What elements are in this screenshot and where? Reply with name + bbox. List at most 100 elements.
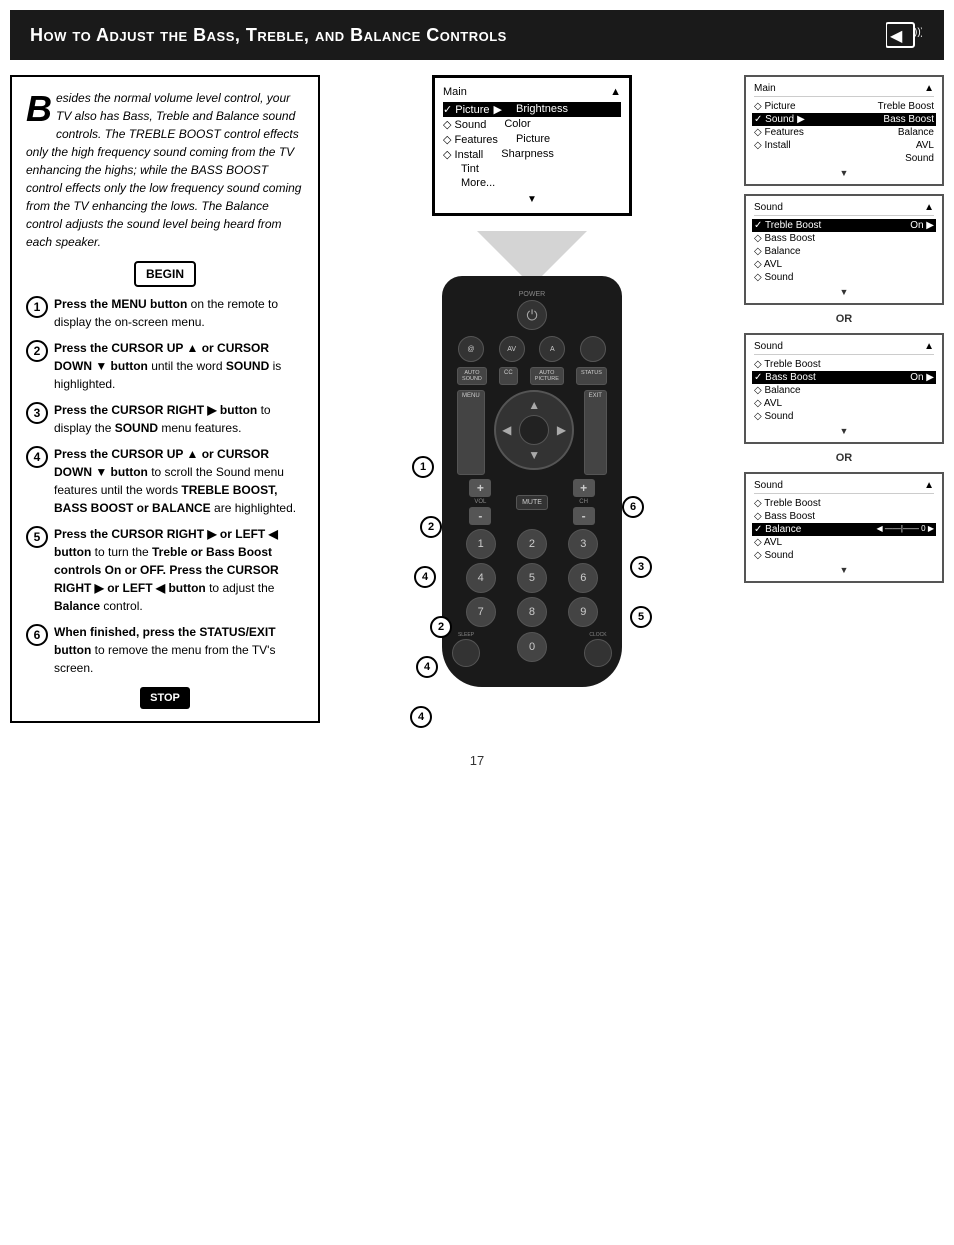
vol-minus-button[interactable]: - bbox=[469, 507, 491, 525]
screen-menu-3: Sound ▲ ◇ Treble Boost ✓ Bass Boost On ▶… bbox=[744, 333, 944, 444]
sm1-sound: ✓ Sound▶ Bass Boost bbox=[752, 113, 936, 126]
num-0-button[interactable]: 0 bbox=[517, 632, 547, 662]
stop-badge: STOP bbox=[140, 687, 190, 709]
auto-picture-button[interactable]: AUTOPICTURE bbox=[530, 367, 564, 385]
sm2-sound: ◇ Sound bbox=[754, 271, 934, 284]
nav-center bbox=[519, 415, 549, 445]
step-2: 2 Press the CURSOR UP ▲ or CURSOR DOWN ▼… bbox=[26, 339, 304, 393]
icon-row: AUTOSOUND CC AUTOPICTURE STATUS bbox=[452, 367, 612, 385]
menu-row-more: More... bbox=[443, 176, 621, 190]
step-label-5: 5 bbox=[630, 606, 652, 628]
page-number: 17 bbox=[0, 738, 954, 778]
step-label-2a: 2 bbox=[420, 516, 442, 538]
step-5: 5 Press the CURSOR RIGHT ▶ or LEFT ◀ but… bbox=[26, 525, 304, 615]
num-4-button[interactable]: 4 bbox=[466, 563, 496, 593]
sm4-bass: ◇ Bass Boost bbox=[754, 510, 934, 523]
step-label-3: 3 bbox=[630, 556, 652, 578]
cc-button[interactable]: CC bbox=[499, 367, 518, 385]
step-3: 3 Press the CURSOR RIGHT ▶ button to dis… bbox=[26, 401, 304, 437]
sm1-down-arrow: ▼ bbox=[754, 168, 934, 178]
sm4-balance: ✓ Balance ◀ ——|—— 0 ▶ bbox=[752, 523, 936, 536]
num-7-button[interactable]: 7 bbox=[466, 597, 496, 627]
step-3-text: Press the CURSOR RIGHT ▶ button to displ… bbox=[54, 401, 304, 437]
num-5-button[interactable]: 5 bbox=[517, 563, 547, 593]
right-column: Main ▲ ◇ Picture Treble Boost ✓ Sound▶ B… bbox=[744, 75, 944, 723]
cursor-left-button[interactable]: ◀ bbox=[502, 423, 511, 437]
menu-arrow-down: ▼ bbox=[443, 194, 621, 205]
status-button[interactable]: STATUS bbox=[576, 367, 607, 385]
sm4-down-arrow: ▼ bbox=[754, 565, 934, 575]
step-1: 1 Press the MENU button on the remote to… bbox=[26, 295, 304, 331]
menu-button[interactable]: MENU bbox=[457, 390, 485, 475]
sm1-features: ◇ Features Balance bbox=[754, 126, 934, 139]
extra-button[interactable] bbox=[580, 336, 606, 362]
sm2-arrow: ▲ bbox=[924, 202, 934, 213]
menu-row-tint: Tint bbox=[443, 162, 621, 176]
numpad: 1 2 3 4 5 6 7 8 9 bbox=[457, 529, 607, 627]
mute-button[interactable]: MUTE bbox=[516, 495, 548, 510]
step-4-num: 4 bbox=[26, 446, 48, 468]
auto-sound-button[interactable]: AUTOSOUND bbox=[457, 367, 487, 385]
sm2-balance: ◇ Balance bbox=[754, 245, 934, 258]
num-1-button[interactable]: 1 bbox=[466, 529, 496, 559]
num-2-button[interactable]: 2 bbox=[517, 529, 547, 559]
num-3-button[interactable]: 3 bbox=[568, 529, 598, 559]
sleep-button[interactable] bbox=[452, 639, 480, 667]
num-6-button[interactable]: 6 bbox=[568, 563, 598, 593]
vol-plus-button[interactable]: + bbox=[469, 479, 491, 497]
av-button[interactable]: AV bbox=[499, 336, 525, 362]
sm4-sound: ◇ Sound bbox=[754, 549, 934, 562]
intro-body: esides the normal volume level control, … bbox=[26, 91, 301, 249]
step-label-1: 1 bbox=[412, 456, 434, 478]
clock-button[interactable] bbox=[584, 639, 612, 667]
center-column: Main ▲ ✓ Picture▶ Brightness ◇ Sound Col… bbox=[330, 75, 734, 723]
sm2-sound-label: Sound bbox=[754, 202, 783, 213]
power-area: POWER ⏻ bbox=[452, 291, 612, 330]
menu-header: Main ▲ bbox=[443, 86, 621, 98]
cursor-down-button[interactable]: ▼ bbox=[528, 448, 540, 462]
step-2-num: 2 bbox=[26, 340, 48, 362]
menu-up-arrow: ▲ bbox=[610, 86, 621, 98]
step-1-text: Press the MENU button on the remote to d… bbox=[54, 295, 304, 331]
sm3-treble: ◇ Treble Boost bbox=[754, 358, 934, 371]
cursor-right-button[interactable]: ▶ bbox=[557, 423, 566, 437]
menu-row-picture: ✓ Picture▶ Brightness bbox=[443, 102, 621, 117]
step-4-text: Press the CURSOR UP ▲ or CURSOR DOWN ▼ b… bbox=[54, 445, 304, 517]
sm4-arrow: ▲ bbox=[924, 480, 934, 491]
menu-main-label: Main bbox=[443, 86, 467, 98]
big-letter: B bbox=[26, 91, 52, 127]
exit-button[interactable]: EXIT bbox=[584, 390, 607, 475]
ch-minus-button[interactable]: - bbox=[573, 507, 595, 525]
sm4-sound-label: Sound bbox=[754, 480, 783, 491]
begin-badge: BEGIN bbox=[134, 261, 196, 287]
step-label-2b: 2 bbox=[430, 616, 452, 638]
menu-row-sound: ◇ Sound Color bbox=[443, 117, 621, 132]
a-button[interactable]: A bbox=[539, 336, 565, 362]
sm1-header: Main ▲ bbox=[754, 83, 934, 97]
step-6-text: When finished, press the STATUS/EXIT but… bbox=[54, 623, 304, 677]
step-6: 6 When finished, press the STATUS/EXIT b… bbox=[26, 623, 304, 677]
num-9-button[interactable]: 9 bbox=[568, 597, 598, 627]
svg-text:))): ))) bbox=[914, 27, 922, 38]
step-5-text: Press the CURSOR RIGHT ▶ or LEFT ◀ butto… bbox=[54, 525, 304, 615]
left-column: B esides the normal volume level control… bbox=[10, 75, 320, 723]
sm4-treble: ◇ Treble Boost bbox=[754, 497, 934, 510]
ch-plus-button[interactable]: + bbox=[573, 479, 595, 497]
or-label-1: OR bbox=[744, 313, 944, 325]
num-8-button[interactable]: 8 bbox=[517, 597, 547, 627]
cursor-up-button[interactable]: ▲ bbox=[528, 398, 540, 412]
sm1-sound-item: Sound bbox=[754, 152, 934, 165]
step-4: 4 Press the CURSOR UP ▲ or CURSOR DOWN ▼… bbox=[26, 445, 304, 517]
sm1-arrow: ▲ bbox=[924, 83, 934, 94]
at-button[interactable]: @ bbox=[458, 336, 484, 362]
sm3-sound-label: Sound bbox=[754, 341, 783, 352]
speaker-icon: ◀ ))) bbox=[884, 20, 924, 50]
screen-menu-1: Main ▲ ◇ Picture Treble Boost ✓ Sound▶ B… bbox=[744, 75, 944, 186]
power-button[interactable]: ⏻ bbox=[517, 300, 547, 330]
svg-text:◀: ◀ bbox=[890, 28, 903, 45]
sm3-balance: ◇ Balance bbox=[754, 384, 934, 397]
step-3-num: 3 bbox=[26, 402, 48, 424]
sm2-bass: ◇ Bass Boost bbox=[754, 232, 934, 245]
sm3-sound: ◇ Sound bbox=[754, 410, 934, 423]
sm2-treble: ✓ Treble Boost On ▶ bbox=[752, 219, 936, 232]
